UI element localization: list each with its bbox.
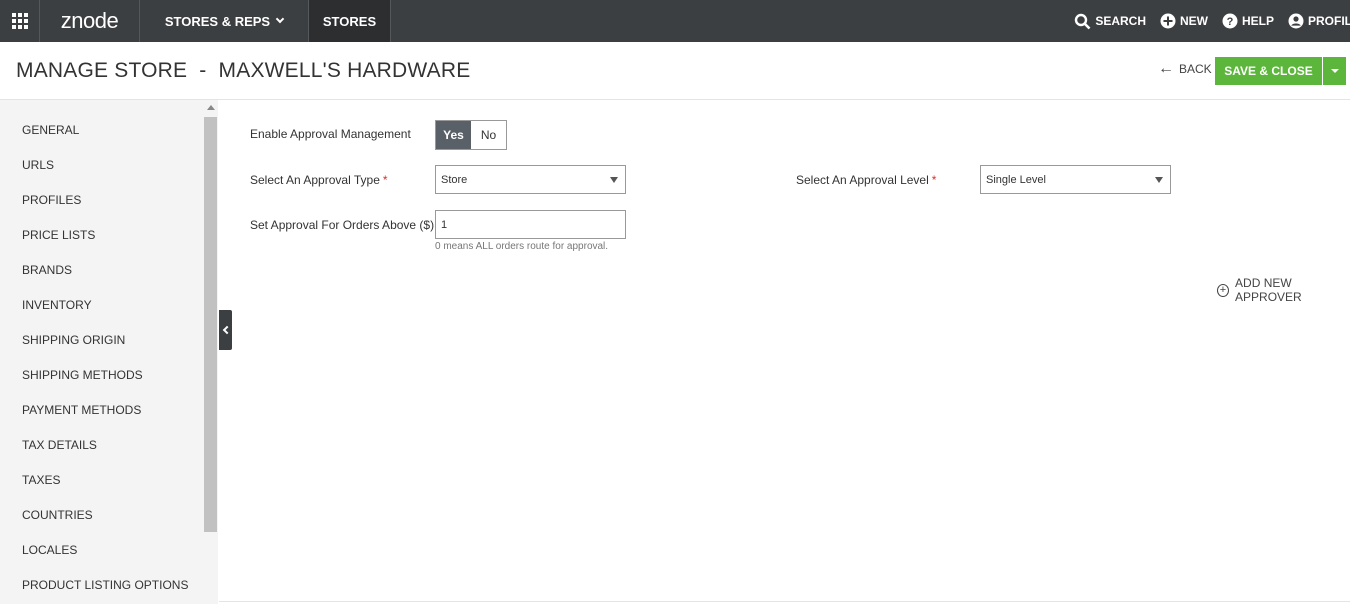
required-marker: * (931, 173, 937, 187)
caret-down-icon (1330, 69, 1339, 73)
back-button[interactable]: ← BACK (1158, 60, 1212, 77)
sidebar-item-tax-details[interactable]: TAX DETAILS (0, 427, 204, 462)
page-title: MANAGE STORE - MAXWELL'S HARDWARE (16, 59, 471, 82)
orders-above-input[interactable]: 1 (435, 210, 626, 239)
save-options-dropdown[interactable] (1323, 57, 1346, 85)
sidebar-item-payment-methods[interactable]: PAYMENT METHODS (0, 392, 204, 427)
help-label: HELP (1241, 14, 1274, 28)
znode-logo[interactable]: znode (40, 0, 140, 42)
plus-circle-icon (1160, 13, 1176, 29)
sidebar-item-profiles[interactable]: PROFILES (0, 182, 204, 217)
approval-type-label: Select An Approval Type * (250, 173, 388, 187)
approval-type-select[interactable]: Store (435, 165, 626, 194)
sidebar-scrollbar[interactable] (204, 100, 218, 604)
approval-level-value: Single Level (986, 173, 1046, 186)
new-label: NEW (1179, 14, 1208, 28)
sidebar-item-inventory[interactable]: INVENTORY (0, 287, 204, 322)
search-label: SEARCH (1095, 14, 1146, 28)
search-link[interactable]: SEARCH (1074, 13, 1146, 30)
collapse-sidebar-button[interactable] (219, 310, 232, 350)
approval-type-label-text: Select An Approval Type (250, 173, 380, 187)
sidebar-item-product-listing-options[interactable]: PRODUCT LISTING OPTIONS (0, 567, 204, 602)
sidebar-menu: GENERAL URLS PROFILES PRICE LISTS BRANDS… (0, 112, 204, 602)
sidebar-item-shipping-origin[interactable]: SHIPPING ORIGIN (0, 322, 204, 357)
plus-circle-icon: + (1217, 283, 1230, 297)
top-actions: SEARCH NEW ? HELP PROFILE (1060, 0, 1350, 42)
toggle-no-button[interactable]: No (471, 121, 506, 149)
add-approver-label: ADD NEW APPROVER (1235, 276, 1302, 304)
save-close-button[interactable]: SAVE & CLOSE (1215, 57, 1322, 85)
divider (219, 601, 1350, 602)
orders-above-hint: 0 means ALL orders route for approval. (435, 241, 609, 252)
scrollbar-thumb[interactable] (204, 117, 217, 532)
user-icon (1288, 13, 1304, 29)
arrow-left-icon: ← (1158, 60, 1174, 77)
back-label: BACK (1179, 62, 1212, 76)
profile-label: PROFILE (1308, 14, 1350, 28)
app-grid-button[interactable] (0, 0, 40, 42)
sidebar-item-countries[interactable]: COUNTRIES (0, 497, 204, 532)
approval-level-label: Select An Approval Level * (796, 173, 936, 187)
sidebar: GENERAL URLS PROFILES PRICE LISTS BRANDS… (0, 100, 218, 604)
help-icon: ? (1222, 13, 1238, 29)
approval-level-select[interactable]: Single Level (980, 165, 1171, 194)
toggle-yes-button[interactable]: Yes (436, 121, 471, 149)
caret-down-icon (610, 177, 618, 183)
caret-down-icon (1155, 177, 1163, 183)
enable-approval-label: Enable Approval Management (250, 127, 411, 141)
add-new-approver-button[interactable]: + ADD NEW APPROVER (1217, 276, 1350, 304)
page-header: MANAGE STORE - MAXWELL'S HARDWARE ← BACK… (0, 42, 1350, 100)
required-marker: * (382, 173, 388, 187)
top-navbar: znode STORES & REPS STORES SEARCH NEW ? (0, 0, 1350, 42)
sidebar-item-price-lists[interactable]: PRICE LISTS (0, 217, 204, 252)
sidebar-item-brands[interactable]: BRANDS (0, 252, 204, 287)
chevron-down-icon (275, 14, 285, 24)
scroll-up-arrow-icon[interactable] (207, 105, 215, 110)
help-link[interactable]: ? HELP (1222, 13, 1274, 29)
search-icon (1075, 13, 1091, 29)
approval-level-label-text: Select An Approval Level (796, 173, 929, 187)
chevron-left-icon (222, 325, 232, 335)
new-link[interactable]: NEW (1160, 13, 1208, 29)
nav-stores[interactable]: STORES (309, 0, 391, 42)
orders-above-label: Set Approval For Orders Above ($) (250, 218, 435, 232)
nav-stores-reps-label: STORES & REPS (164, 13, 271, 29)
nav-stores-reps[interactable]: STORES & REPS (140, 0, 309, 42)
grid-icon (11, 13, 28, 29)
sidebar-item-shipping-methods[interactable]: SHIPPING METHODS (0, 357, 204, 392)
profile-link[interactable]: PROFILE (1288, 13, 1350, 29)
sidebar-item-general[interactable]: GENERAL (0, 112, 204, 147)
approval-type-value: Store (441, 173, 468, 186)
sidebar-item-taxes[interactable]: TAXES (0, 462, 204, 497)
sidebar-item-locales[interactable]: LOCALES (0, 532, 204, 567)
sidebar-item-urls[interactable]: URLS (0, 147, 204, 182)
svg-text:?: ? (1227, 16, 1234, 28)
enable-approval-toggle: Yes No (435, 120, 507, 150)
